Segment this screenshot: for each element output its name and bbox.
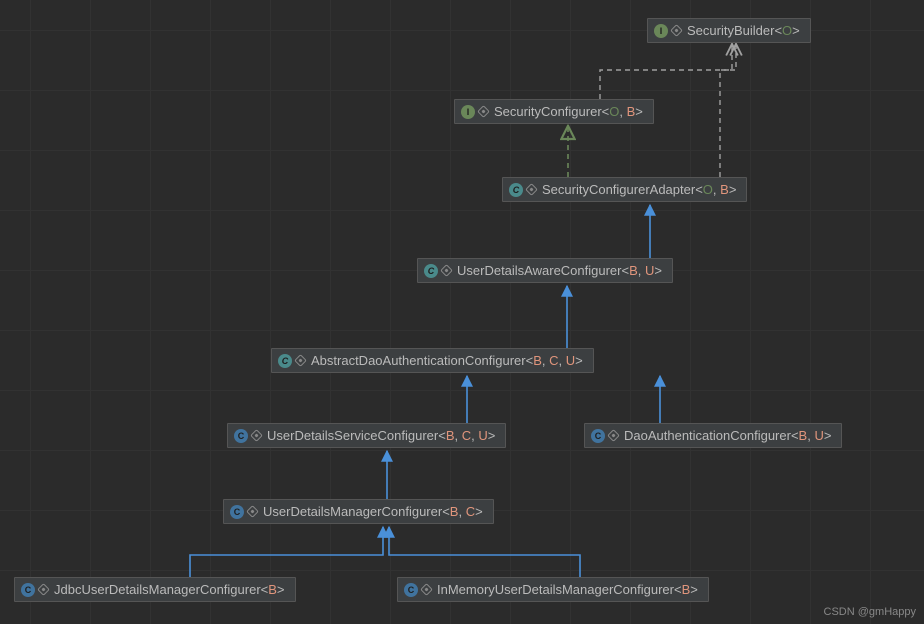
navigate-icon xyxy=(246,505,259,518)
class-name-text: SecurityBuilder xyxy=(687,23,774,38)
class-name-label: UserDetailsAwareConfigurer<B, U> xyxy=(457,263,662,278)
class-icon xyxy=(21,583,35,597)
type-parameter: B xyxy=(629,263,638,278)
class-name-label: InMemoryUserDetailsManagerConfigurer<B> xyxy=(437,582,698,597)
edge-configurer-uses-builder xyxy=(600,45,732,99)
edge-adapter-uses-builder xyxy=(720,45,736,177)
class-name-text: InMemoryUserDetailsManagerConfigurer xyxy=(437,582,674,597)
navigate-icon xyxy=(477,105,490,118)
class-name-text: SecurityConfigurerAdapter xyxy=(542,182,695,197)
edge-inmemory-extends-manager xyxy=(389,527,580,577)
type-parameter: B xyxy=(268,582,277,597)
type-parameter: C xyxy=(466,504,475,519)
class-name-text: UserDetailsServiceConfigurer xyxy=(267,428,438,443)
class-name-label: UserDetailsServiceConfigurer<B, C, U> xyxy=(267,428,495,443)
class-name-label: JdbcUserDetailsManagerConfigurer<B> xyxy=(54,582,285,597)
type-parameter: C xyxy=(462,428,471,443)
edge-jdbc-extends-manager xyxy=(190,527,383,577)
class-icon xyxy=(591,429,605,443)
node-user-details-service-configurer[interactable]: UserDetailsServiceConfigurer<B, C, U> xyxy=(227,423,506,448)
navigate-icon xyxy=(607,429,620,442)
type-parameter: B xyxy=(627,104,636,119)
node-security-configurer[interactable]: SecurityConfigurer<O, B> xyxy=(454,99,654,124)
diagram-edges xyxy=(0,0,924,624)
type-parameter: O xyxy=(609,104,619,119)
node-jdbc-user-details-manager-configurer[interactable]: JdbcUserDetailsManagerConfigurer<B> xyxy=(14,577,296,602)
class-name-label: SecurityConfigurer<O, B> xyxy=(494,104,643,119)
type-parameter: U xyxy=(814,428,823,443)
type-parameter: B xyxy=(799,428,808,443)
interface-icon xyxy=(461,105,475,119)
class-icon xyxy=(404,583,418,597)
class-name-text: SecurityConfigurer xyxy=(494,104,602,119)
type-parameter: B xyxy=(446,428,455,443)
type-parameter: C xyxy=(549,353,558,368)
navigate-icon xyxy=(37,583,50,596)
class-name-text: DaoAuthenticationConfigurer xyxy=(624,428,791,443)
abstract-class-icon xyxy=(509,183,523,197)
abstract-class-icon xyxy=(424,264,438,278)
class-icon xyxy=(230,505,244,519)
diagram-canvas[interactable]: SecurityBuilder<O> SecurityConfigurer<O,… xyxy=(0,0,924,624)
type-parameter: U xyxy=(566,353,575,368)
class-name-label: SecurityBuilder<O> xyxy=(687,23,800,38)
navigate-icon xyxy=(670,24,683,37)
navigate-icon xyxy=(294,354,307,367)
type-parameter: O xyxy=(782,23,792,38)
navigate-icon xyxy=(525,183,538,196)
node-dao-authentication-configurer[interactable]: DaoAuthenticationConfigurer<B, U> xyxy=(584,423,842,448)
navigate-icon xyxy=(420,583,433,596)
interface-icon xyxy=(654,24,668,38)
class-name-text: UserDetailsManagerConfigurer xyxy=(263,504,442,519)
class-name-label: UserDetailsManagerConfigurer<B, C> xyxy=(263,504,483,519)
node-user-details-aware-configurer[interactable]: UserDetailsAwareConfigurer<B, U> xyxy=(417,258,673,283)
node-abstract-dao-authentication-configurer[interactable]: AbstractDaoAuthenticationConfigurer<B, C… xyxy=(271,348,594,373)
node-security-builder[interactable]: SecurityBuilder<O> xyxy=(647,18,811,43)
type-parameter: U xyxy=(645,263,654,278)
watermark: CSDN @gmHappy xyxy=(824,606,916,618)
type-parameter: O xyxy=(703,182,713,197)
navigate-icon xyxy=(250,429,263,442)
node-security-configurer-adapter[interactable]: SecurityConfigurerAdapter<O, B> xyxy=(502,177,747,202)
abstract-class-icon xyxy=(278,354,292,368)
class-name-label: DaoAuthenticationConfigurer<B, U> xyxy=(624,428,831,443)
type-parameter: U xyxy=(478,428,487,443)
node-in-memory-user-details-manager-configurer[interactable]: InMemoryUserDetailsManagerConfigurer<B> xyxy=(397,577,709,602)
class-name-text: JdbcUserDetailsManagerConfigurer xyxy=(54,582,261,597)
navigate-icon xyxy=(440,264,453,277)
type-parameter: B xyxy=(720,182,729,197)
node-user-details-manager-configurer[interactable]: UserDetailsManagerConfigurer<B, C> xyxy=(223,499,494,524)
class-name-text: UserDetailsAwareConfigurer xyxy=(457,263,622,278)
class-icon xyxy=(234,429,248,443)
class-name-text: AbstractDaoAuthenticationConfigurer xyxy=(311,353,526,368)
type-parameter: B xyxy=(682,582,691,597)
class-name-label: AbstractDaoAuthenticationConfigurer<B, C… xyxy=(311,353,583,368)
class-name-label: SecurityConfigurerAdapter<O, B> xyxy=(542,182,736,197)
type-parameter: B xyxy=(533,353,542,368)
